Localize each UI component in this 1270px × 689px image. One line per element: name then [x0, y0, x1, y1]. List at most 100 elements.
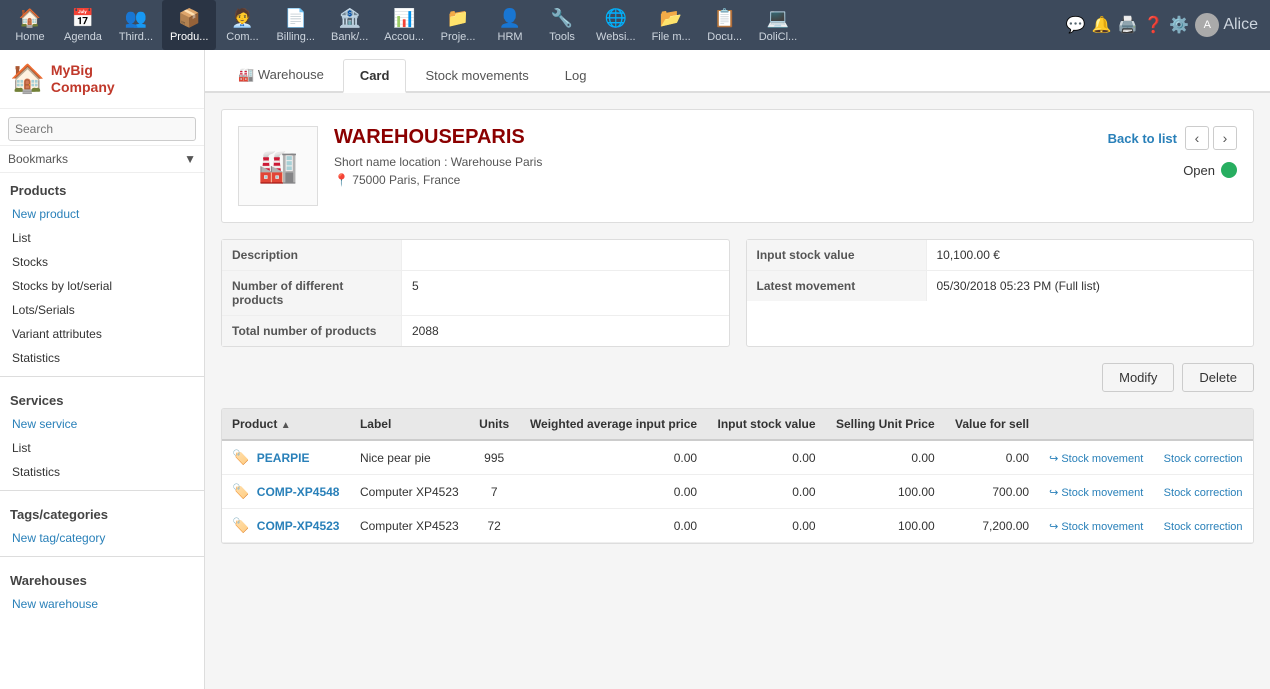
- next-arrow[interactable]: ›: [1213, 126, 1237, 150]
- action1-cell: ↪ Stock movement: [1039, 509, 1154, 543]
- notifications-icon[interactable]: 🔔: [1092, 15, 1112, 35]
- action2-cell: Stock correction: [1154, 509, 1253, 543]
- col-units: Units: [469, 409, 519, 440]
- delete-button[interactable]: Delete: [1182, 363, 1254, 392]
- nav-item-website[interactable]: 🌐 Websi...: [588, 0, 644, 50]
- search-container: [0, 109, 204, 146]
- nav-item-files[interactable]: 📂 File m...: [644, 0, 699, 50]
- product-cell: 🏷️ COMP-XP4548: [222, 475, 350, 509]
- latest-movement-row: Latest movement 05/30/2018 05:23 PM (Ful…: [747, 271, 1254, 301]
- num-diff-products-row: Number of different products 5: [222, 271, 729, 316]
- warehouse-tab-icon: 🏭: [238, 67, 254, 82]
- col-label: Label: [350, 409, 469, 440]
- stock-correction-link-1[interactable]: Stock correction: [1164, 453, 1243, 465]
- avatar: A: [1195, 13, 1219, 37]
- sidebar-item-services-statistics[interactable]: Statistics: [0, 460, 204, 484]
- nav-item-dolicl[interactable]: 💻 DoliCl...: [751, 0, 806, 50]
- back-nav: Back to list ‹ ›: [1108, 126, 1237, 150]
- num-diff-products-label: Number of different products: [222, 271, 402, 315]
- nav-item-products[interactable]: 📦 Produ...: [162, 0, 217, 50]
- stock-movement-link-3[interactable]: ↪ Stock movement: [1049, 521, 1143, 533]
- hrm-icon: 👤: [499, 8, 521, 29]
- nav-item-docs[interactable]: 📋 Docu...: [699, 0, 751, 50]
- sidebar-item-products-list[interactable]: List: [0, 226, 204, 250]
- units-cell: 7: [469, 475, 519, 509]
- nav-item-com[interactable]: 🧑‍💼 Com...: [216, 0, 268, 50]
- movement-icon: ↪: [1049, 453, 1058, 465]
- nav-item-hrm[interactable]: 👤 HRM: [484, 0, 536, 50]
- stock-movement-link-1[interactable]: ↪ Stock movement: [1049, 453, 1143, 465]
- value-sell-cell: 7,200.00: [945, 509, 1039, 543]
- selling-unit-cell: 100.00: [826, 509, 945, 543]
- settings-icon[interactable]: ⚙️: [1169, 15, 1189, 35]
- user-menu[interactable]: A Alice: [1195, 13, 1258, 37]
- col-weighted-avg: Weighted average input price: [519, 409, 707, 440]
- print-icon[interactable]: 🖨️: [1118, 15, 1138, 35]
- prev-arrow[interactable]: ‹: [1185, 126, 1209, 150]
- bank-icon: 🏦: [338, 8, 360, 29]
- chat-icon[interactable]: 💬: [1066, 15, 1086, 35]
- product-link[interactable]: PEARPIE: [257, 451, 310, 465]
- agenda-icon: 📅: [72, 8, 94, 29]
- divider-2: [0, 490, 204, 491]
- sidebar-item-new-product[interactable]: New product: [0, 202, 204, 226]
- info-right: Input stock value 10,100.00 € Latest mov…: [746, 239, 1255, 347]
- top-navigation: 🏠 Home 📅 Agenda 👥 Third... 📦 Produ... 🧑‍…: [0, 0, 1270, 50]
- col-selling-unit: Selling Unit Price: [826, 409, 945, 440]
- products-table: Product ▲ Label Units Weighted average i…: [222, 409, 1253, 543]
- modify-button[interactable]: Modify: [1102, 363, 1174, 392]
- table-header-row: Product ▲ Label Units Weighted average i…: [222, 409, 1253, 440]
- projects-icon: 📁: [447, 8, 469, 29]
- nav-item-agenda[interactable]: 📅 Agenda: [56, 0, 110, 50]
- product-icon: 🏷️: [232, 517, 249, 533]
- stock-correction-link-2[interactable]: Stock correction: [1164, 487, 1243, 499]
- total-num-label: Total number of products: [222, 316, 402, 346]
- tab-log[interactable]: Log: [548, 59, 604, 91]
- sidebar-item-stocks[interactable]: Stocks: [0, 250, 204, 274]
- col-product[interactable]: Product ▲: [222, 409, 350, 440]
- back-to-list-link[interactable]: Back to list: [1108, 131, 1177, 146]
- tab-stock-movements[interactable]: Stock movements: [408, 59, 545, 91]
- website-icon: 🌐: [605, 8, 627, 29]
- nav-item-billing[interactable]: 📄 Billing...: [268, 0, 323, 50]
- sidebar-item-services-list[interactable]: List: [0, 436, 204, 460]
- stock-movement-link-2[interactable]: ↪ Stock movement: [1049, 487, 1143, 499]
- nav-item-accounting[interactable]: 📊 Accou...: [376, 0, 432, 50]
- product-link[interactable]: COMP-XP4548: [257, 485, 340, 499]
- sidebar-item-lots-serials[interactable]: Lots/Serials: [0, 298, 204, 322]
- col-action1: [1039, 409, 1154, 440]
- main-content: 🏭 Warehouse Card Stock movements Log 🏭 W…: [205, 50, 1270, 689]
- warehouse-name: WAREHOUSEPARIS: [334, 126, 1108, 149]
- sidebar-item-stocks-lot[interactable]: Stocks by lot/serial: [0, 274, 204, 298]
- sidebar-item-variant-attributes[interactable]: Variant attributes: [0, 322, 204, 346]
- input-stock-value: 10,100.00 €: [927, 240, 1254, 270]
- stock-correction-link-3[interactable]: Stock correction: [1164, 521, 1243, 533]
- nav-item-projects[interactable]: 📁 Proje...: [432, 0, 484, 50]
- bookmarks-dropdown[interactable]: Bookmarks ▼: [0, 146, 204, 173]
- input-stock-label: Input stock value: [747, 240, 927, 270]
- sidebar-item-new-tag[interactable]: New tag/category: [0, 526, 204, 550]
- chevron-down-icon: ▼: [184, 152, 196, 166]
- search-input[interactable]: [8, 117, 196, 141]
- nav-item-home[interactable]: 🏠 Home: [4, 0, 56, 50]
- total-num-value: 2088: [402, 316, 729, 346]
- input-stock-row: Input stock value 10,100.00 €: [747, 240, 1254, 271]
- warehouses-section-title: Warehouses: [0, 563, 204, 592]
- sidebar-item-new-warehouse[interactable]: New warehouse: [0, 592, 204, 616]
- sidebar-item-new-service[interactable]: New service: [0, 412, 204, 436]
- sidebar-item-products-statistics[interactable]: Statistics: [0, 346, 204, 370]
- logo-icon: 🏠: [10, 62, 45, 95]
- label-cell: Nice pear pie: [350, 440, 469, 475]
- divider-1: [0, 376, 204, 377]
- nav-item-bank[interactable]: 🏦 Bank/...: [323, 0, 376, 50]
- product-link[interactable]: COMP-XP4523: [257, 519, 340, 533]
- description-value: [402, 240, 729, 270]
- tab-warehouse[interactable]: 🏭 Warehouse: [221, 58, 341, 91]
- warehouse-short-name: Short name location : Warehouse Paris: [334, 155, 1108, 169]
- tab-card[interactable]: Card: [343, 59, 407, 93]
- nav-item-third[interactable]: 👥 Third...: [110, 0, 162, 50]
- top-nav-right: 💬 🔔 🖨️ ❓ ⚙️ A Alice: [1066, 13, 1266, 37]
- nav-item-tools[interactable]: 🔧 Tools: [536, 0, 588, 50]
- help-icon[interactable]: ❓: [1143, 15, 1163, 35]
- divider-3: [0, 556, 204, 557]
